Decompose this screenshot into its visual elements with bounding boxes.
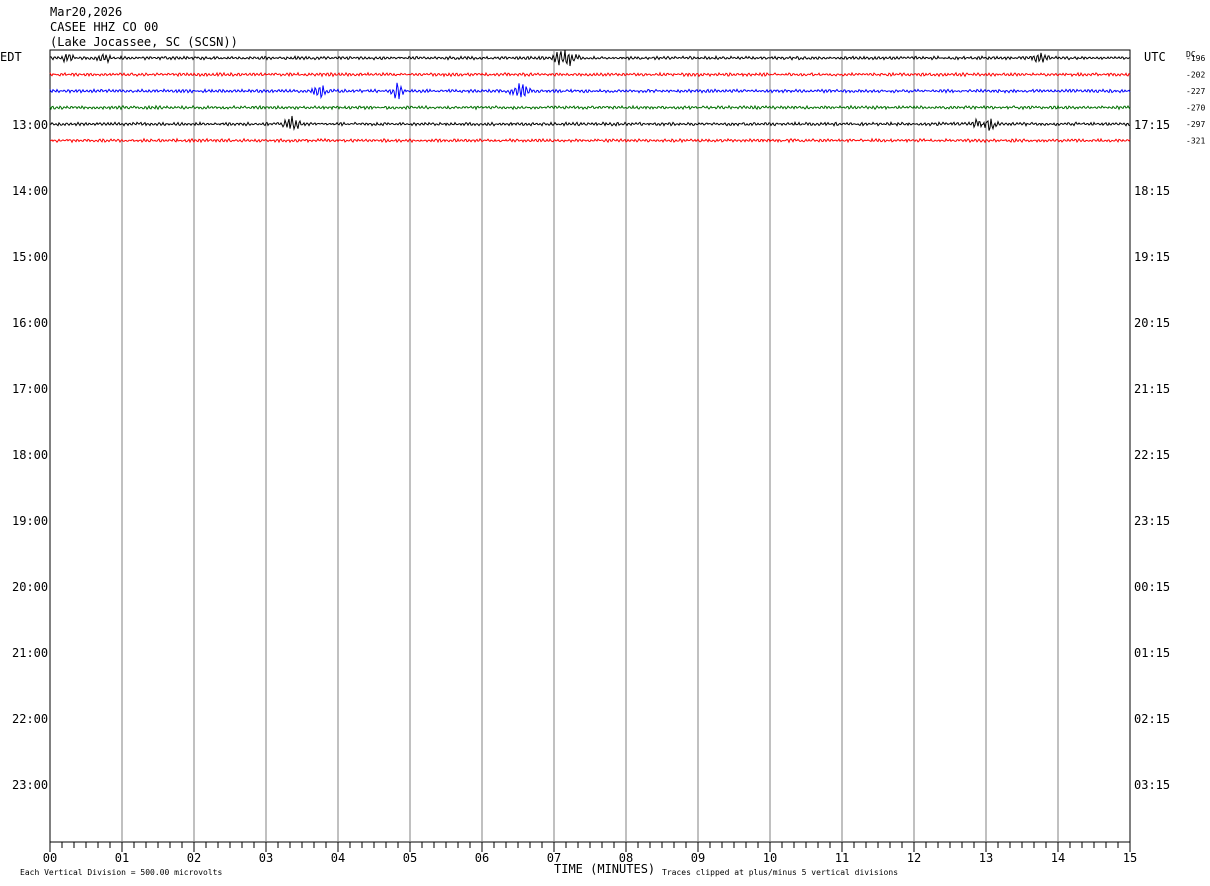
date-label: Mar20,2026 [50,5,122,19]
local-hour-label: 13:00 [12,118,48,132]
plot-frame [49,49,1131,843]
dc-offset-label: -297 [1186,120,1205,129]
dc-offset-label: -270 [1186,104,1205,113]
local-hour-label: 17:00 [12,382,48,396]
x-tick-label: 10 [763,851,777,865]
chart-grid [49,49,1131,843]
x-tick-label: 00 [43,851,57,865]
local-hour-label: 15:00 [12,250,48,264]
local-hour-label: 22:00 [12,712,48,726]
x-tick-label: 05 [403,851,417,865]
x-tick-label: 14 [1051,851,1065,865]
right-axis-title: UTC [1144,50,1166,64]
trace-group: -196 -202 -227 -270 -297 -321 [49,50,1205,146]
x-tick-label: 11 [835,851,849,865]
seismic-trace [49,115,1131,131]
x-tick-label: 02 [187,851,201,865]
utc-hour-label: 03:15 [1134,778,1170,792]
utc-hour-label: 02:15 [1134,712,1170,726]
x-tick-label: 04 [331,851,345,865]
seismic-trace [49,82,1131,100]
local-hour-label: 19:00 [12,514,48,528]
seismic-trace [49,71,1131,78]
helicorder-chart: Mar20,2026 CASEE HHZ CO 00 (Lake Jocasse… [0,5,1205,877]
x-tick-label: 15 [1123,851,1137,865]
scale-note: Each Vertical Division = 500.00 microvol… [20,868,222,877]
utc-hour-label: 00:15 [1134,580,1170,594]
utc-hour-label: 18:15 [1134,184,1170,198]
location-label: (Lake Jocassee, SC (SCSN)) [50,35,238,49]
dc-offset-label: -196 [1186,54,1205,63]
utc-hour-label: 01:15 [1134,646,1170,660]
left-axis-title: EDT [0,50,22,64]
station-label: CASEE HHZ CO 00 [50,20,158,34]
dc-offset-label: -227 [1186,87,1205,96]
clip-note: Traces clipped at plus/minus 5 vertical … [662,868,898,877]
x-tick-label: 09 [691,851,705,865]
x-tick-label: 03 [259,851,273,865]
seismic-trace [49,104,1131,111]
x-tick-label: 13 [979,851,993,865]
seismic-trace [50,137,1131,144]
utc-hour-label: 17:15 [1134,118,1170,132]
utc-hour-label: 21:15 [1134,382,1170,396]
x-tick-label: 06 [475,851,489,865]
local-hour-label: 20:00 [12,580,48,594]
utc-hour-label: 20:15 [1134,316,1170,330]
dc-offset-label: -321 [1186,137,1205,146]
x-tick-label: 12 [907,851,921,865]
row-label-group: 13:00 14:00 15:00 16:00 17:00 18:00 19:00 20:00… [12,118,1170,792]
local-hour-label: 18:00 [12,448,48,462]
utc-hour-label: 19:15 [1134,250,1170,264]
x-axis-title: TIME (MINUTES) [554,862,655,876]
local-hour-label: 16:00 [12,316,48,330]
local-hour-label: 14:00 [12,184,48,198]
seismic-trace [49,50,1131,67]
local-hour-label: 21:00 [12,646,48,660]
dc-offset-label: -202 [1186,71,1205,80]
local-hour-label: 23:00 [12,778,48,792]
x-tick-label: 01 [115,851,129,865]
utc-hour-label: 23:15 [1134,514,1170,528]
utc-hour-label: 22:15 [1134,448,1170,462]
